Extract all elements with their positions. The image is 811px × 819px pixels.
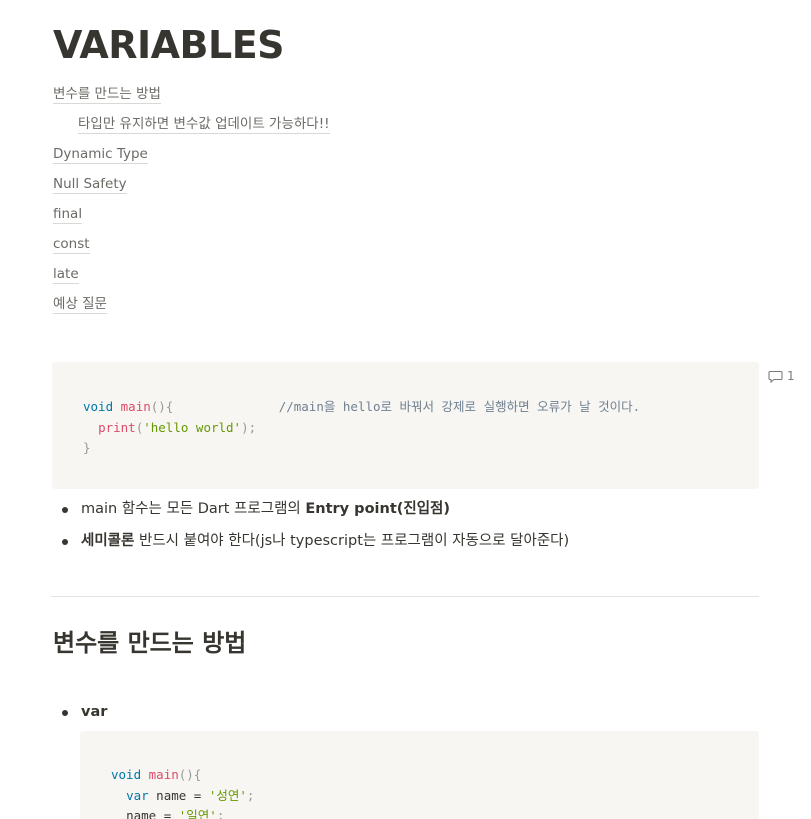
toc-item[interactable]: Dynamic Type [53,144,553,164]
list-item-text: 반드시 붙여야 한다(js나 typescript는 프로그램이 자동으로 달아… [134,533,570,549]
toc-item[interactable]: Null Safety [53,174,553,194]
code-function: main [120,399,151,414]
toc-item[interactable]: final [53,204,553,224]
code-block-var[interactable]: void main(){ var name = '성연'; name = '일연… [80,731,759,819]
code-keyword: void [83,399,114,414]
code-comment: //main을 hello로 바꿔서 강제로 실행하면 오류가 날 것이다. [278,399,641,414]
toc-item-label: 예상 질문 [53,296,107,314]
toc-item-label: Null Safety [53,176,127,194]
page: VARIABLES 변수를 만드는 방법 타입만 유지하면 변수값 업데이트 가… [0,0,811,819]
code-punct: } [83,440,91,455]
toc-item[interactable]: const [53,234,553,254]
toc-item-label: Dynamic Type [53,146,148,164]
toc-item-label: final [53,206,83,224]
code-text: name = [148,787,209,803]
code-function: main [148,767,179,782]
code-punct: (){ [178,767,202,782]
comment-badge[interactable]: 1 [768,369,795,383]
list-item: main 함수는 모든 Dart 프로그램의 Entry point(진입점) [53,497,753,521]
code-block-main[interactable]: void main(){ //main을 hello로 바꿔서 강제로 실행하면… [52,362,759,489]
table-of-contents: 변수를 만드는 방법 타입만 유지하면 변수값 업데이트 가능하다!! Dyna… [53,84,553,324]
code-string: 'hello world' [143,419,242,435]
code-string: '성연' [208,787,247,803]
bullet-dot [62,507,68,513]
toc-item[interactable]: 예상 질문 [53,294,553,314]
comment-icon [768,370,783,383]
toc-item[interactable]: late [53,264,553,284]
code-function: print [98,419,136,435]
toc-item-label: 타입만 유지하면 변수값 업데이트 가능하다!! [78,116,330,134]
list-item-bold: Entry point(진입점) [305,501,451,517]
list-item-text: main 함수는 모든 Dart 프로그램의 [81,501,306,517]
bullet-list: main 함수는 모든 Dart 프로그램의 Entry point(진입점) … [53,497,753,561]
page-title: VARIABLES [53,23,285,67]
code-string: '일연' [178,808,217,819]
list-item: 세미콜론 반드시 붙여야 한다(js나 typescript는 프로그램이 자동… [53,529,753,553]
bullet-dot [62,539,68,545]
toc-item[interactable]: 타입만 유지하면 변수값 업데이트 가능하다!! [53,114,553,134]
code-punct: (){ [150,399,174,414]
toc-item[interactable]: 변수를 만드는 방법 [53,84,553,104]
code-punct: ; [216,808,225,819]
code-keyword: var [126,787,149,803]
bullet-list: var [53,700,107,724]
comment-count: 1 [787,369,795,383]
toc-item-label: late [53,266,79,284]
list-item-bold: 세미콜론 [81,533,135,549]
toc-item-label: const [53,236,90,254]
list-item: var [53,700,107,724]
bullet-dot [62,710,68,716]
code-punct: ; [246,787,255,803]
toc-item-label: 변수를 만드는 방법 [53,86,161,104]
section-heading: 변수를 만드는 방법 [53,629,247,657]
divider [51,596,759,597]
code-keyword: void [111,767,142,782]
code-punct: ); [241,419,257,435]
code-text: name = [126,808,179,819]
list-item-text: var [81,704,108,720]
